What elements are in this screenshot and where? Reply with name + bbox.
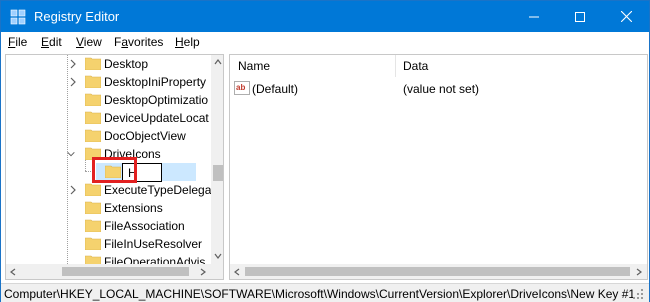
value-name: (Default)	[252, 82, 299, 96]
tree-item-deviceupdatelocation[interactable]: DeviceUpdateLocat	[6, 109, 209, 127]
folder-icon	[85, 57, 101, 70]
title-bar[interactable]: Registry Editor	[1, 1, 649, 32]
folder-icon	[85, 219, 101, 232]
menu-edit[interactable]: Edit	[41, 35, 62, 49]
resize-grip-icon[interactable]	[631, 287, 645, 301]
folder-icon	[85, 201, 101, 214]
chevron-right-icon[interactable]	[68, 76, 78, 88]
value-data: (value not set)	[403, 82, 480, 96]
tree-horizontal-scrollbar[interactable]	[6, 264, 211, 279]
values-horizontal-scrollbar[interactable]	[230, 264, 647, 279]
registry-editor-window: Registry Editor File Edit View Favorites…	[0, 0, 650, 302]
window-title: Registry Editor	[34, 9, 120, 24]
column-header-name[interactable]: Name	[238, 59, 270, 73]
tree-horizontal-scroll-thumb[interactable]	[62, 267, 189, 276]
menu-bar: File Edit View Favorites Help	[1, 32, 649, 52]
values-list-pane[interactable]: Name Data ab (Default) (value not set)	[229, 54, 648, 280]
folder-icon	[85, 237, 101, 250]
tree-item-label: DesktopIniProperty	[104, 75, 207, 89]
minimize-icon	[529, 16, 539, 17]
tree-item-desktopoptimization[interactable]: DesktopOptimizatio	[6, 91, 209, 109]
status-bar: Computer\HKEY_LOCAL_MACHINE\SOFTWARE\Mic…	[1, 283, 649, 302]
folder-icon	[85, 183, 101, 196]
tree-item-label: ExecuteTypeDelega	[104, 183, 212, 197]
folder-icon	[85, 129, 101, 142]
tree-item-desktop[interactable]: Desktop	[6, 55, 206, 73]
registry-editor-app-icon	[10, 9, 26, 25]
menu-help[interactable]: Help	[175, 35, 200, 49]
rename-annotation-box	[92, 157, 137, 183]
tree-item-docobjectview[interactable]: DocObjectView	[6, 127, 206, 145]
chevron-right-icon[interactable]	[68, 58, 78, 70]
folder-icon	[85, 93, 101, 106]
tree-item-label: Desktop	[104, 57, 149, 71]
tree-item-label: FileAssociation	[104, 219, 185, 233]
tree-item-desktopiniproperty[interactable]: DesktopIniProperty	[6, 73, 206, 91]
tree-item-label: DeviceUpdateLocat	[104, 111, 209, 125]
tree-item-fileinuseresolver[interactable]: FileInUseResolver	[6, 235, 206, 253]
tree-item-label: DesktopOptimizatio	[104, 93, 209, 107]
scroll-up-arrow-icon[interactable]	[213, 57, 223, 67]
chevron-down-icon[interactable]	[66, 148, 76, 160]
scrollbar-corner	[211, 264, 223, 279]
folder-icon	[85, 75, 101, 88]
tree-item-extensions[interactable]: Extensions	[6, 199, 206, 217]
tree-vertical-scroll-thumb[interactable]	[213, 165, 223, 181]
registry-path: Computer\HKEY_LOCAL_MACHINE\SOFTWARE\Mic…	[4, 287, 636, 301]
tree-item-label: DocObjectView	[104, 129, 186, 143]
tree-vertical-scrollbar[interactable]	[211, 55, 223, 264]
scroll-left-arrow-icon[interactable]	[232, 267, 242, 277]
maximize-button[interactable]	[557, 1, 603, 32]
tree-item-fileassociation[interactable]: FileAssociation	[6, 217, 206, 235]
svg-text:ab: ab	[236, 83, 245, 92]
tree-item-executetypedelegate[interactable]: ExecuteTypeDelega	[6, 181, 211, 199]
minimize-button[interactable]	[511, 1, 557, 32]
column-separator[interactable]	[395, 55, 396, 77]
column-header-data[interactable]: Data	[403, 59, 428, 73]
folder-icon	[85, 111, 101, 124]
scroll-right-arrow-icon[interactable]	[634, 267, 644, 277]
menu-file[interactable]: File	[8, 35, 27, 49]
tree-item-label: Extensions	[104, 201, 163, 215]
string-value-icon: ab	[234, 81, 250, 95]
scroll-left-arrow-icon[interactable]	[8, 267, 18, 277]
key-tree-pane[interactable]: Desktop DesktopIniProperty DesktopOptimi…	[5, 54, 224, 280]
close-button[interactable]	[603, 1, 649, 32]
values-horizontal-scroll-thumb[interactable]	[245, 267, 630, 276]
scroll-down-arrow-icon[interactable]	[213, 251, 223, 261]
chevron-right-icon[interactable]	[68, 184, 78, 196]
tree-item-label: FileInUseResolver	[104, 237, 203, 251]
close-icon	[620, 11, 632, 22]
menu-view[interactable]: View	[76, 35, 102, 49]
maximize-icon	[575, 11, 585, 22]
scroll-right-arrow-icon[interactable]	[198, 267, 208, 277]
menu-favorites[interactable]: Favorites	[114, 35, 163, 49]
